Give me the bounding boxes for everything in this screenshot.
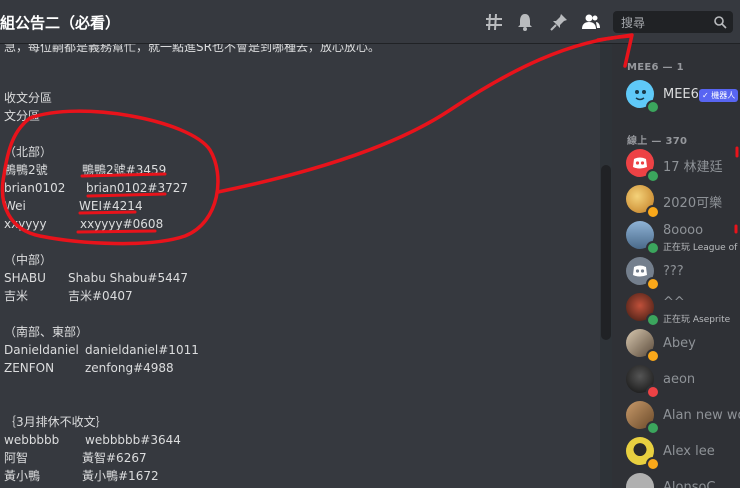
region-heading-march-off: ｛3月排休不收文｝	[4, 415, 108, 429]
avatar	[626, 473, 654, 488]
member-tag: WEI#4214	[79, 199, 143, 213]
member-name: ZENFON	[4, 361, 55, 375]
member-name: Abey	[663, 336, 696, 351]
pin-icon[interactable]	[549, 12, 569, 32]
channel-header: 組公告二（必看）	[0, 0, 740, 44]
member-name: brian0102	[4, 181, 66, 195]
region-heading-south-east: （南部、東部）	[4, 325, 89, 339]
member-item[interactable]: 2020可樂	[612, 183, 740, 219]
member-name: 黃小鴨	[4, 469, 41, 483]
member-item[interactable]: Alan new wor	[612, 399, 740, 435]
member-name: 鴨鴨2號	[4, 163, 48, 177]
member-tag: 黃小鴨#1672	[82, 469, 159, 483]
member-name: ???	[663, 264, 684, 279]
member-item[interactable]: 17 林建廷	[612, 147, 740, 183]
member-tag: 鴨鴨2號#3459	[82, 163, 167, 177]
member-name: Wei	[4, 199, 26, 213]
threads-icon[interactable]	[484, 12, 504, 32]
member-tag: zenfong#4988	[85, 361, 174, 375]
member-list: MEE6 — 1 MEE6 ✓ 機器人 線上 — 370 17 林建廷 2020…	[612, 44, 740, 488]
member-name: MEE6	[663, 87, 699, 102]
member-name: aeon	[663, 372, 696, 387]
region-heading-central: （中部）	[4, 253, 53, 267]
member-item[interactable]: AlonsoC	[612, 471, 740, 488]
status-idle-icon	[646, 205, 660, 219]
member-name: AlonsoC	[663, 480, 716, 488]
member-name: webbbbb	[4, 433, 60, 447]
section-subtitle: 文分區	[4, 109, 41, 123]
search-icon	[714, 16, 727, 29]
status-idle-icon	[646, 277, 660, 291]
region-heading-north: （北部）	[4, 145, 53, 159]
member-item[interactable]: aeon	[612, 363, 740, 399]
status-online-icon	[646, 169, 660, 183]
member-group-header: MEE6 — 1	[627, 62, 684, 73]
member-tag: danieldaniel#1011	[85, 343, 199, 357]
channel-title: 組公告二（必看）	[0, 14, 121, 32]
message-text-line: 急，每位嗣都是義務幫忙，就一點進SR也不會是到哪種去，放心放心。	[4, 44, 380, 54]
member-name: xxyyyy	[4, 217, 47, 231]
member-item-mee6[interactable]: MEE6 ✓ 機器人	[612, 78, 740, 114]
status-dnd-icon	[646, 385, 660, 399]
member-name: Alex lee	[663, 444, 715, 459]
member-name: 8oooo	[663, 223, 704, 238]
status-idle-icon	[646, 349, 660, 363]
bot-badge: ✓ 機器人	[699, 89, 739, 102]
member-name: 17 林建廷	[663, 160, 723, 175]
status-idle-icon	[646, 457, 660, 471]
section-title: 收文分區	[4, 91, 53, 105]
member-name: SHABU	[4, 271, 46, 285]
member-name: ^^	[663, 295, 685, 310]
scrollbar-thumb[interactable]	[601, 165, 611, 340]
member-name: Alan new wor	[663, 408, 740, 423]
member-group-header: 線上 — 370	[627, 136, 688, 147]
member-name: Danieldaniel	[4, 343, 79, 357]
member-tag: xxyyyy#0608	[80, 217, 164, 231]
member-item[interactable]: Abey	[612, 327, 740, 363]
member-name: 吉米	[4, 289, 29, 303]
member-activity: 正在玩 Aseprite	[663, 315, 731, 325]
message-content: 急，每位嗣都是義務幫忙，就一點進SR也不會是到哪種去，放心放心。 收文分區 文分…	[0, 44, 600, 488]
member-item[interactable]: ???	[612, 255, 740, 291]
status-online-icon	[646, 421, 660, 435]
member-name: 2020可樂	[663, 196, 723, 211]
member-tag: webbbbb#3644	[85, 433, 181, 447]
member-tag: brian0102#3727	[86, 181, 188, 195]
status-online-icon	[646, 241, 660, 255]
member-tag: 黃智#6267	[82, 451, 147, 465]
member-activity: 正在玩 League of	[663, 243, 738, 253]
search-input[interactable]	[619, 13, 713, 33]
member-item[interactable]: ^^ 正在玩 Aseprite	[612, 291, 740, 327]
member-item[interactable]: Alex lee	[612, 435, 740, 471]
member-item[interactable]: 8oooo 正在玩 League of	[612, 219, 740, 255]
member-tag: Shabu Shabu#5447	[68, 271, 189, 285]
status-online-icon	[646, 313, 660, 327]
status-online-icon	[646, 100, 660, 114]
member-tag: 吉米#0407	[68, 289, 133, 303]
bell-icon[interactable]	[515, 12, 535, 32]
search-box[interactable]	[613, 11, 733, 33]
members-icon[interactable]	[581, 12, 601, 32]
member-name: 阿智	[4, 451, 29, 465]
